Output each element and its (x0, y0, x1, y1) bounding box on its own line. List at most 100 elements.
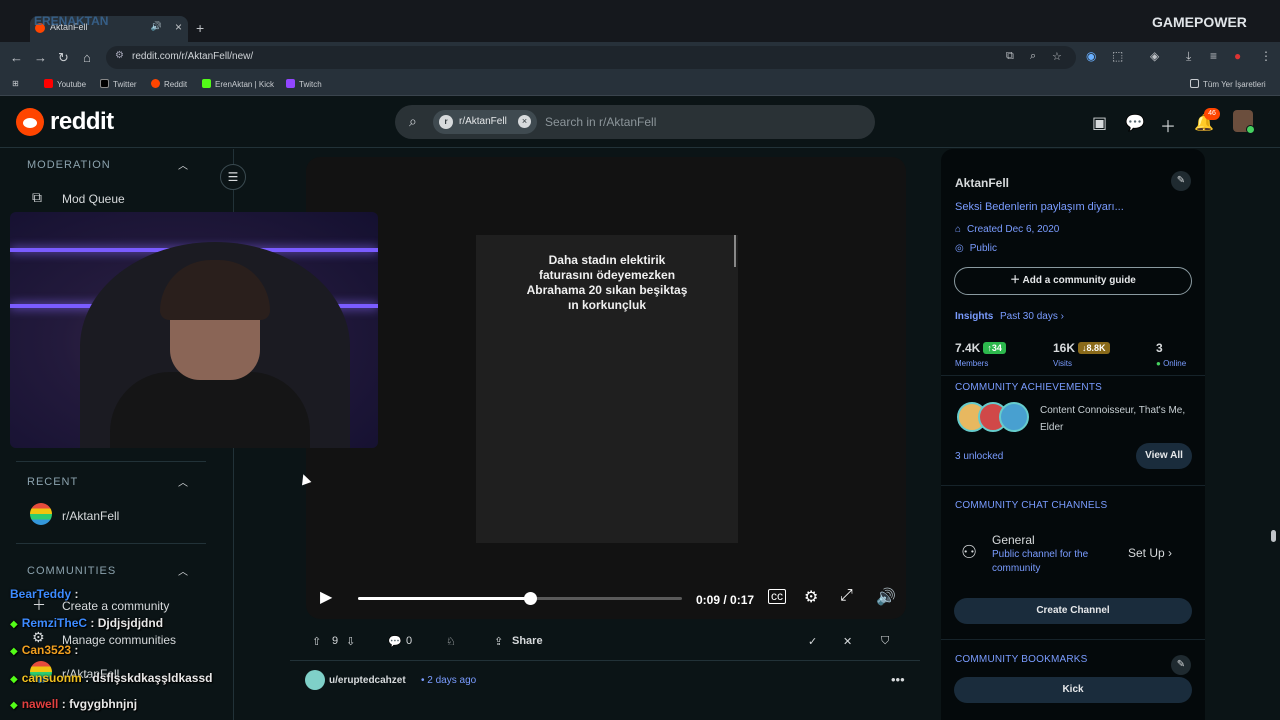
chevron-up-icon[interactable]: ︿ (178, 474, 188, 489)
progress-bar[interactable] (358, 592, 682, 605)
video-player[interactable]: Daha stadın elektirik faturasını ödeyeme… (306, 157, 906, 619)
share-icon[interactable]: ⇪ (494, 635, 503, 648)
edit-icon[interactable]: ✎ (1171, 655, 1191, 675)
chat-bubble-icon: ⚇ (961, 542, 978, 562)
approve-icon[interactable]: ✓ (808, 635, 817, 648)
address-bar[interactable]: ⚙ reddit.com/r/AktanFell/new/ ⧉ ⌕ ☆ (106, 46, 1076, 69)
setup-button[interactable]: Set Up › (1128, 546, 1172, 560)
post-author[interactable]: u/eruptedcahzet (329, 675, 406, 686)
home-icon[interactable]: ⌂ (83, 50, 91, 65)
chat-message: : (74, 587, 79, 601)
settings-gear-icon[interactable]: ⚙ (804, 587, 818, 607)
apps-icon[interactable]: ⊞ (12, 79, 19, 88)
achievement-badge-icon[interactable] (999, 402, 1029, 432)
created-date: ⌂ Created Dec 6, 2020 (955, 224, 1060, 235)
install-icon[interactable]: ⧉ (1006, 50, 1014, 63)
bookmarks-title: COMMUNITY BOOKMARKS (955, 654, 1088, 665)
clear-chip-icon[interactable]: × (518, 115, 531, 128)
channel-name[interactable]: General (992, 533, 1035, 547)
insights-period-link[interactable]: Past 30 days › (1000, 311, 1064, 322)
edit-icon[interactable]: ✎ (1171, 171, 1191, 191)
reddit-logo-icon[interactable] (16, 108, 44, 136)
url-text: reddit.com/r/AktanFell/new/ (132, 51, 254, 62)
page-scrollbar[interactable] (1271, 530, 1276, 542)
user-avatar[interactable] (305, 670, 325, 690)
profile-icon[interactable]: ● (1234, 49, 1241, 63)
zoom-icon[interactable]: ⌕ (1030, 50, 1036, 63)
watermark-left: ERENAKTAN (34, 14, 109, 28)
reload-icon[interactable]: ↻ (58, 50, 69, 66)
achievements-text: Elder (1040, 422, 1064, 433)
search-icon: ⌕ (409, 113, 417, 129)
post-action-bar: ⇧ 9 ⇩ 💬 0 ♘ ⇪ Share ✓ ✕ ⛉ (306, 630, 906, 654)
bookmark-youtube[interactable]: Youtube (44, 79, 86, 89)
chat-icon[interactable]: 💬 (1125, 113, 1145, 133)
close-tab-icon[interactable]: × (175, 20, 182, 34)
chat-message: : fvgygbhnjnj (61, 697, 138, 711)
speaker-icon[interactable]: 🔊 (151, 21, 162, 32)
next-post-header: u/eruptedcahzet • 2 days ago ••• (305, 670, 915, 692)
new-tab-button[interactable]: + (196, 20, 204, 36)
forward-icon[interactable]: → (34, 50, 47, 65)
collapse-nav-button[interactable]: ☰ (220, 164, 246, 190)
shield-icon[interactable]: ⛉ (881, 635, 889, 648)
all-bookmarks[interactable]: Tüm Yer İşaretleri (1190, 79, 1266, 89)
moderation-section-title[interactable]: MODERATION (27, 159, 111, 171)
menu-icon[interactable]: ⋮ (1260, 49, 1272, 63)
recent-section-title[interactable]: RECENT (27, 476, 78, 488)
streamer-shirt (110, 372, 310, 448)
back-icon[interactable]: ← (10, 50, 23, 65)
extensions-icon[interactable]: ⬚ (1112, 49, 1123, 63)
award-icon[interactable]: ♘ (446, 635, 456, 648)
mod-queue-link[interactable]: Mod Queue (62, 192, 125, 206)
volume-icon[interactable]: 🔊 (876, 587, 896, 607)
comment-icon[interactable]: 💬 (388, 635, 402, 648)
create-channel-button[interactable]: Create Channel (954, 598, 1192, 624)
chevron-up-icon[interactable]: ︿ (178, 563, 188, 578)
post-time: • 2 days ago (421, 675, 477, 686)
chevron-up-icon[interactable]: ︿ (178, 157, 188, 172)
subreddit-search-chip[interactable]: r r/AktanFell × (433, 110, 537, 134)
media-icon[interactable]: ≡ (1210, 49, 1217, 63)
site-info-icon[interactable]: ⚙ (115, 50, 124, 61)
star-icon[interactable]: ☆ (1052, 50, 1062, 63)
comment-count: 0 (406, 635, 413, 647)
incognito-icon[interactable]: ◈ (1150, 49, 1159, 63)
more-options-icon[interactable]: ••• (891, 672, 905, 687)
progress-knob[interactable] (523, 592, 537, 605)
communities-section-title[interactable]: COMMUNITIES (27, 565, 116, 577)
play-icon[interactable]: ▶ (320, 587, 332, 607)
cake-icon: ⌂ (955, 224, 962, 235)
user-avatar[interactable] (1233, 110, 1255, 134)
caption-line: faturasını ödeyemezken (538, 268, 676, 282)
mod-tools-icon[interactable]: ▣ (1092, 113, 1107, 133)
share-button[interactable]: Share (512, 635, 543, 647)
bookmark-reddit[interactable]: Reddit (151, 79, 187, 89)
reddit-wordmark[interactable]: reddit (50, 108, 114, 136)
extension-audio-icon[interactable]: ◉ (1086, 49, 1096, 63)
search-input[interactable]: Search in r/AktanFell (545, 115, 656, 129)
bookmark-twitch[interactable]: Twitch (286, 79, 322, 89)
view-all-button[interactable]: View All (1136, 443, 1192, 469)
unlocked-count: 3 unlocked (955, 451, 1004, 462)
add-guide-button[interactable]: ＋ Add a community guide (954, 267, 1192, 295)
bookmark-twitter[interactable]: Twitter (100, 79, 137, 89)
caption-line: ın korkunçluk (567, 298, 647, 312)
download-icon[interactable]: ⤓ (1186, 49, 1191, 64)
bookmark-kick-button[interactable]: Kick (954, 677, 1192, 703)
captions-icon[interactable]: cc (768, 589, 786, 604)
members-stat: 7.4K ↑34 Members (955, 339, 1006, 368)
downvote-icon[interactable]: ⇩ (346, 635, 355, 648)
community-sidebar: AktanFell ✎ Seksi Bedenlerin paylaşım di… (941, 149, 1205, 720)
stream-chat-overlay: BearTeddy : ◆ RemziTheC : Djdjsjdjdnd ◆ Ca… (0, 585, 300, 720)
upvote-icon[interactable]: ⇧ (312, 635, 321, 648)
visits-stat: 16K ↓8.8K Visits (1053, 339, 1110, 368)
members-delta: ↑34 (983, 342, 1006, 354)
mod-queue-icon: ⧉ (32, 189, 42, 205)
recent-item-aktanfell[interactable]: r/AktanFell (62, 509, 119, 523)
bookmark-kick[interactable]: ErenAktan | Kick (202, 79, 274, 89)
search-bar[interactable]: ⌕ r r/AktanFell × Search in r/AktanFell (395, 105, 875, 139)
create-post-icon[interactable]: ＋ (1160, 113, 1176, 137)
remove-icon[interactable]: ✕ (843, 635, 852, 648)
fullscreen-icon[interactable]: ⤢ (840, 587, 853, 605)
